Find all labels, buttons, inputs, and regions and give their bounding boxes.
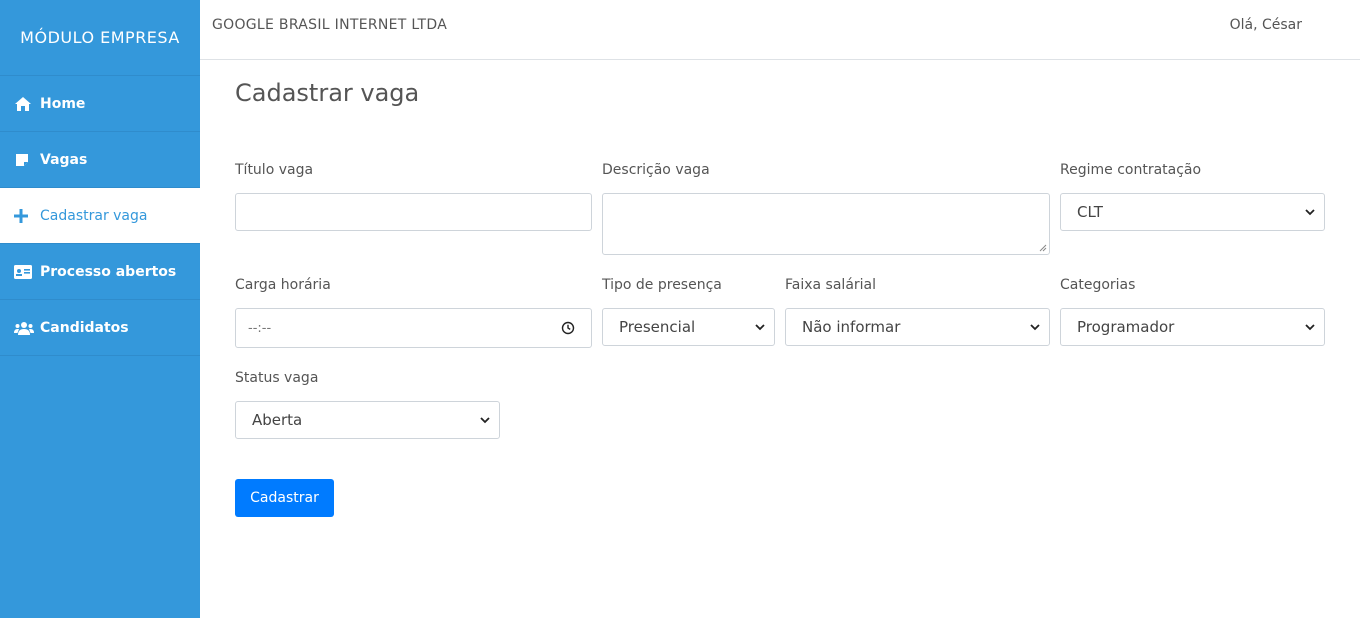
chevron-down-icon <box>1304 206 1316 218</box>
sidebar-item-cadastrar-vaga[interactable]: Cadastrar vaga <box>0 188 200 244</box>
sidebar-item-label: Candidatos <box>40 319 129 336</box>
resize-grip-icon[interactable] <box>1039 244 1047 252</box>
users-icon <box>14 321 40 335</box>
top-bar: GOOGLE BRASIL INTERNET LTDA Olá, César <box>200 0 1360 60</box>
titulo-input[interactable] <box>235 193 592 231</box>
regime-select[interactable]: CLT <box>1060 193 1325 231</box>
sidebar-item-home[interactable]: Home <box>0 76 200 132</box>
sidebar-item-processo-abertos[interactable]: Processo abertos <box>0 244 200 300</box>
presenca-select[interactable]: Presencial <box>602 308 775 346</box>
presenca-label: Tipo de presença <box>602 277 722 293</box>
sidebar-item-vagas[interactable]: Vagas <box>0 132 200 188</box>
sidebar: MÓDULO EMPRESA Home Vagas Cadastrar vaga… <box>0 0 200 618</box>
company-name: GOOGLE BRASIL INTERNET LTDA <box>212 17 448 33</box>
carga-time-input[interactable]: --:-- <box>235 308 592 348</box>
categorias-select[interactable]: Programador <box>1060 308 1325 346</box>
chevron-down-icon <box>1304 321 1316 333</box>
cadastrar-button[interactable]: Cadastrar <box>235 479 334 517</box>
categorias-label: Categorias <box>1060 277 1136 293</box>
status-select[interactable]: Aberta <box>235 401 500 439</box>
titulo-label: Título vaga <box>235 162 314 178</box>
home-icon <box>14 96 40 112</box>
user-greeting[interactable]: Olá, César <box>1230 17 1302 33</box>
faixa-select[interactable]: Não informar <box>785 308 1050 346</box>
sidebar-item-label: Processo abertos <box>40 263 177 280</box>
status-label: Status vaga <box>235 370 319 386</box>
sidebar-item-label: Home <box>40 95 86 112</box>
descricao-label: Descrição vaga <box>602 162 710 178</box>
plus-icon <box>14 208 40 223</box>
chevron-down-icon <box>479 414 491 426</box>
sidebar-item-label: Cadastrar vaga <box>40 207 148 224</box>
chevron-down-icon <box>754 321 766 333</box>
sidebar-item-label: Vagas <box>40 151 88 168</box>
carga-label: Carga horária <box>235 277 331 293</box>
descricao-textarea[interactable] <box>602 193 1050 255</box>
chevron-down-icon <box>1029 321 1041 333</box>
note-icon <box>14 152 40 168</box>
id-card-icon <box>14 264 40 279</box>
clock-icon[interactable] <box>561 321 575 335</box>
faixa-label: Faixa salárial <box>785 277 877 293</box>
brand-title: MÓDULO EMPRESA <box>0 0 200 76</box>
page-title: Cadastrar vaga <box>235 79 420 107</box>
regime-label: Regime contratação <box>1060 162 1202 178</box>
sidebar-item-candidatos[interactable]: Candidatos <box>0 300 200 356</box>
